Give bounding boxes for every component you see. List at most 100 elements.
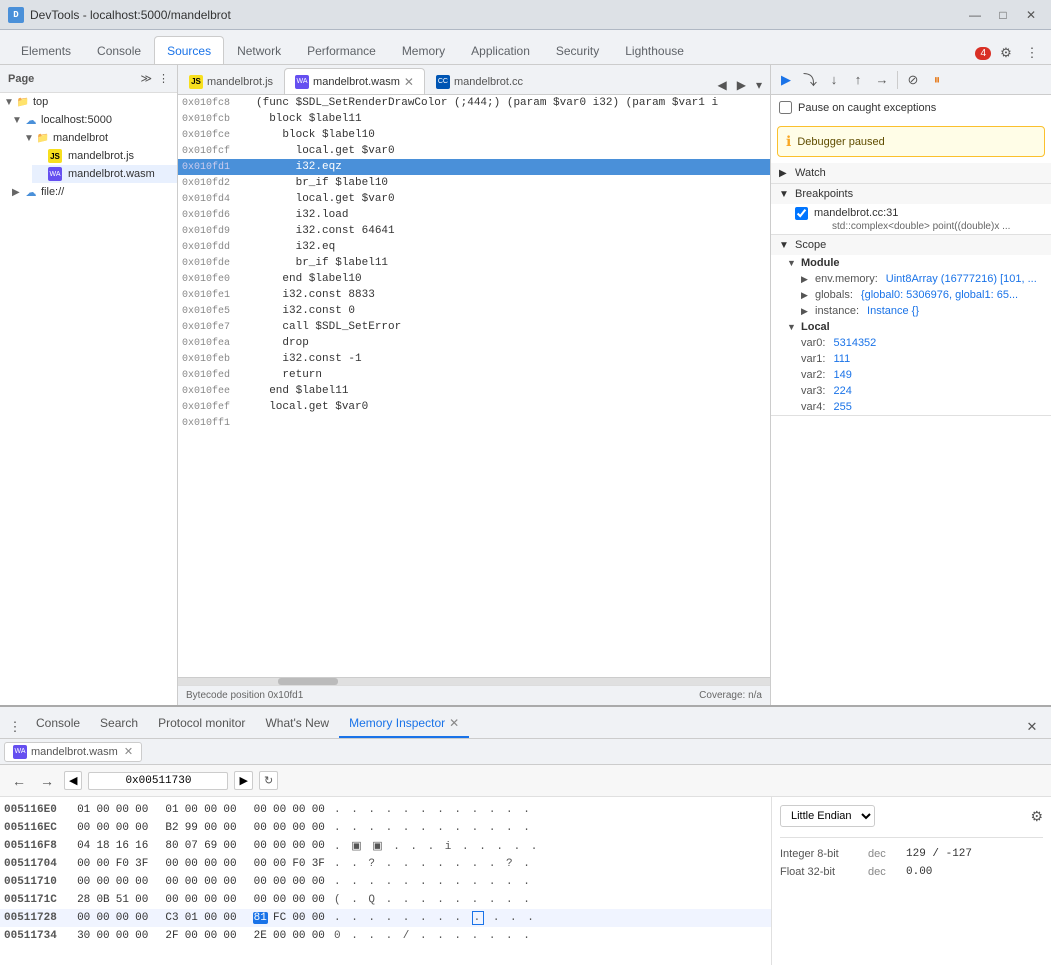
expand-icon[interactable]: ≫ (140, 72, 152, 85)
hex-byte[interactable]: 00 (164, 858, 179, 870)
hex-byte[interactable]: 00 (222, 894, 237, 906)
close-bottom-panel[interactable]: ✕ (1021, 716, 1043, 738)
hex-byte[interactable]: 00 (95, 912, 110, 924)
tree-item-mandelbrot-dir[interactable]: ▼ 📁 mandelbrot (20, 129, 177, 147)
scope-header[interactable]: ▼ Scope (771, 235, 1051, 255)
hex-byte[interactable]: 00 (253, 894, 268, 906)
hex-byte[interactable]: 00 (184, 876, 199, 888)
tab-sources[interactable]: Sources (154, 36, 224, 64)
hex-byte[interactable]: 00 (253, 804, 268, 816)
hex-byte[interactable]: 00 (134, 876, 149, 888)
hex-byte[interactable]: 00 (115, 930, 130, 942)
hex-byte[interactable]: 00 (184, 894, 199, 906)
endian-select[interactable]: Little Endian Big Endian (780, 805, 875, 827)
bottom-tab-protocol-monitor[interactable]: Protocol monitor (148, 710, 255, 738)
hex-byte[interactable]: 00 (291, 912, 306, 924)
tab-memory[interactable]: Memory (389, 36, 458, 64)
hex-byte[interactable]: 00 (272, 858, 287, 870)
hex-byte[interactable]: 01 (184, 912, 199, 924)
hex-byte[interactable]: 00 (291, 894, 306, 906)
hex-byte[interactable]: 00 (222, 912, 237, 924)
bottom-tab-whats-new[interactable]: What's New (255, 710, 339, 738)
hex-byte[interactable]: 3F (311, 858, 326, 870)
tree-item-localhost[interactable]: ▼ ☁ localhost:5000 (8, 111, 177, 129)
tab-application[interactable]: Application (458, 36, 543, 64)
maximize-button[interactable]: □ (991, 6, 1015, 24)
hex-byte[interactable]: 00 (95, 822, 110, 834)
hex-byte[interactable]: 00 (272, 894, 287, 906)
hex-byte[interactable]: 3F (134, 858, 149, 870)
hex-byte[interactable]: 2F (164, 930, 179, 942)
deactivate-breakpoints-button[interactable]: ⊘ (902, 69, 924, 91)
hex-byte[interactable]: 00 (134, 912, 149, 924)
mi-refresh-button[interactable]: ↻ (259, 771, 278, 790)
hex-byte[interactable]: 04 (76, 840, 91, 852)
hex-byte[interactable]: 00 (222, 858, 237, 870)
hex-byte[interactable]: 00 (184, 804, 199, 816)
source-tab-mandelbrot-js[interactable]: JS mandelbrot.js (178, 68, 284, 94)
hex-byte[interactable]: 80 (164, 840, 179, 852)
mi-address-input[interactable] (88, 772, 228, 790)
hex-byte[interactable]: FC (272, 912, 287, 924)
hex-byte[interactable]: 00 (203, 930, 218, 942)
step-out-button[interactable]: ↑ (847, 69, 869, 91)
hex-byte[interactable]: 01 (76, 804, 91, 816)
tab-elements[interactable]: Elements (8, 36, 84, 64)
hex-byte[interactable]: 00 (291, 822, 306, 834)
hex-byte[interactable]: 00 (311, 930, 326, 942)
close-wasm-tab[interactable]: ✕ (404, 76, 414, 88)
hex-byte[interactable]: 00 (134, 894, 149, 906)
watch-header[interactable]: ▶ Watch (771, 163, 1051, 183)
tab-performance[interactable]: Performance (294, 36, 389, 64)
hex-byte[interactable]: 00 (76, 822, 91, 834)
hex-byte[interactable]: 51 (115, 894, 130, 906)
hex-byte[interactable]: 00 (164, 894, 179, 906)
hex-byte[interactable]: 00 (253, 840, 268, 852)
local-header[interactable]: ▼ Local (771, 319, 1051, 335)
close-file-tab[interactable]: ✕ (124, 745, 133, 758)
hex-byte[interactable]: 00 (253, 858, 268, 870)
hex-byte[interactable]: 16 (115, 840, 130, 852)
code-area[interactable]: 0x010fc8 (func $SDL_SetRenderDrawColor (… (178, 95, 770, 677)
hex-byte[interactable]: 00 (184, 858, 199, 870)
mi-prev-button[interactable]: ◀ (64, 771, 82, 790)
tree-item-file[interactable]: ▶ ☁ file:// (8, 183, 177, 201)
more-icon[interactable]: ⋮ (158, 72, 169, 85)
tab-console[interactable]: Console (84, 36, 154, 64)
hex-byte[interactable]: 01 (164, 804, 179, 816)
hex-byte[interactable]: 00 (76, 876, 91, 888)
hex-byte[interactable]: 00 (76, 858, 91, 870)
hex-byte[interactable]: 00 (164, 876, 179, 888)
file-tab-wasm[interactable]: WA mandelbrot.wasm ✕ (4, 742, 142, 762)
hex-byte[interactable]: 00 (222, 876, 237, 888)
pause-caught-checkbox[interactable] (779, 101, 792, 114)
step-button[interactable]: → (871, 69, 893, 91)
bottom-tab-console[interactable]: Console (26, 710, 90, 738)
step-into-button[interactable]: ↓ (823, 69, 845, 91)
hex-byte[interactable]: 00 (311, 804, 326, 816)
hex-byte[interactable]: B2 (164, 822, 179, 834)
hex-byte[interactable]: 00 (291, 876, 306, 888)
tree-item-top[interactable]: ▼ 📁 top (0, 93, 177, 111)
hex-byte[interactable]: 00 (184, 930, 199, 942)
hex-byte[interactable]: 00 (291, 840, 306, 852)
hex-byte[interactable]: 00 (115, 876, 130, 888)
hex-byte[interactable]: 00 (253, 822, 268, 834)
hex-byte[interactable]: 00 (291, 804, 306, 816)
hex-byte[interactable]: 00 (311, 822, 326, 834)
source-tab-mandelbrot-cc[interactable]: CC mandelbrot.cc (425, 68, 534, 94)
hex-byte[interactable]: 00 (203, 822, 218, 834)
tree-item-mandelbrot-js[interactable]: ▶ JS mandelbrot.js (32, 147, 177, 165)
mi-back-button[interactable]: ← (8, 771, 30, 791)
hex-byte[interactable]: 16 (134, 840, 149, 852)
tab-lighthouse[interactable]: Lighthouse (612, 36, 697, 64)
hex-byte[interactable]: 00 (222, 822, 237, 834)
hex-byte[interactable]: 00 (95, 876, 110, 888)
hex-byte[interactable]: 00 (203, 912, 218, 924)
bottom-panel-menu[interactable]: ⋮ (4, 716, 26, 738)
scroll-thumb[interactable] (278, 678, 338, 685)
hex-byte[interactable]: 00 (291, 930, 306, 942)
hex-byte[interactable]: 00 (272, 804, 287, 816)
hex-byte[interactable]: 00 (253, 876, 268, 888)
bottom-tab-memory-inspector[interactable]: Memory Inspector ✕ (339, 710, 469, 738)
